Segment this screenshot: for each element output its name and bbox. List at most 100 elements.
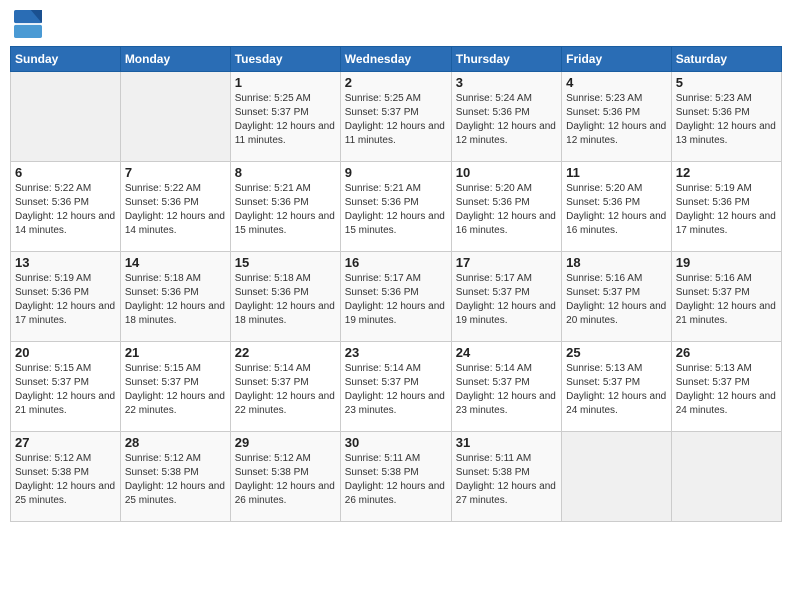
weekday-header: Tuesday (230, 47, 340, 72)
day-info: Sunrise: 5:16 AM Sunset: 5:37 PM Dayligh… (566, 272, 667, 328)
calendar-week-row: 20 Sunrise: 5:15 AM Sunset: 5:37 PM Dayli… (11, 342, 782, 432)
day-info: Sunrise: 5:23 AM Sunset: 5:36 PM Dayligh… (676, 92, 777, 148)
calendar-cell: 5 Sunrise: 5:23 AM Sunset: 5:36 PM Daylig… (671, 72, 781, 162)
day-number: 22 (235, 345, 336, 360)
day-info: Sunrise: 5:25 AM Sunset: 5:37 PM Dayligh… (235, 92, 336, 148)
day-number: 14 (125, 255, 226, 270)
calendar-week-row: 1 Sunrise: 5:25 AM Sunset: 5:37 PM Daylig… (11, 72, 782, 162)
calendar-cell: 9 Sunrise: 5:21 AM Sunset: 5:36 PM Daylig… (340, 162, 451, 252)
day-number: 8 (235, 165, 336, 180)
calendar-cell (120, 72, 230, 162)
calendar-cell: 2 Sunrise: 5:25 AM Sunset: 5:37 PM Daylig… (340, 72, 451, 162)
calendar-cell: 25 Sunrise: 5:13 AM Sunset: 5:37 PM Dayli… (562, 342, 672, 432)
day-number: 30 (345, 435, 447, 450)
weekday-header: Friday (562, 47, 672, 72)
calendar-cell (671, 432, 781, 522)
calendar-cell: 17 Sunrise: 5:17 AM Sunset: 5:37 PM Dayli… (451, 252, 561, 342)
weekday-header: Wednesday (340, 47, 451, 72)
day-info: Sunrise: 5:14 AM Sunset: 5:37 PM Dayligh… (456, 362, 557, 418)
calendar-cell: 24 Sunrise: 5:14 AM Sunset: 5:37 PM Dayli… (451, 342, 561, 432)
day-number: 1 (235, 75, 336, 90)
day-number: 23 (345, 345, 447, 360)
calendar-cell: 29Sunrise: 5:12 AM Sunset: 5:38 PM Dayli… (230, 432, 340, 522)
day-number: 2 (345, 75, 447, 90)
calendar-cell: 7 Sunrise: 5:22 AM Sunset: 5:36 PM Daylig… (120, 162, 230, 252)
day-number: 26 (676, 345, 777, 360)
calendar-cell: 13 Sunrise: 5:19 AM Sunset: 5:36 PM Dayli… (11, 252, 121, 342)
calendar-cell: 28 Sunrise: 5:12 AM Sunset: 5:38 PM Dayli… (120, 432, 230, 522)
day-number: 7 (125, 165, 226, 180)
day-number: 20 (15, 345, 116, 360)
day-number: 29 (235, 435, 336, 450)
day-number: 4 (566, 75, 667, 90)
day-number: 15 (235, 255, 336, 270)
day-info: Sunrise: 5:22 AM Sunset: 5:36 PM Dayligh… (125, 182, 226, 238)
calendar-week-row: 13 Sunrise: 5:19 AM Sunset: 5:36 PM Dayli… (11, 252, 782, 342)
calendar-body: 1 Sunrise: 5:25 AM Sunset: 5:37 PM Daylig… (11, 72, 782, 522)
day-number: 27 (15, 435, 116, 450)
day-number: 16 (345, 255, 447, 270)
day-info: Sunrise: 5:12 AM Sunset: 5:38 PM Dayligh… (15, 452, 116, 508)
day-info: Sunrise: 5:17 AM Sunset: 5:37 PM Dayligh… (456, 272, 557, 328)
page-header (10, 10, 782, 38)
calendar-week-row: 6 Sunrise: 5:22 AM Sunset: 5:36 PM Daylig… (11, 162, 782, 252)
day-number: 28 (125, 435, 226, 450)
calendar-cell: 3Sunrise: 5:24 AM Sunset: 5:36 PM Daylig… (451, 72, 561, 162)
day-number: 11 (566, 165, 667, 180)
calendar-cell: 15 Sunrise: 5:18 AM Sunset: 5:36 PM Dayli… (230, 252, 340, 342)
weekday-header: Thursday (451, 47, 561, 72)
day-number: 17 (456, 255, 557, 270)
day-info: Sunrise: 5:15 AM Sunset: 5:37 PM Dayligh… (15, 362, 116, 418)
calendar-cell: 6 Sunrise: 5:22 AM Sunset: 5:36 PM Daylig… (11, 162, 121, 252)
day-info: Sunrise: 5:11 AM Sunset: 5:38 PM Dayligh… (345, 452, 447, 508)
day-number: 10 (456, 165, 557, 180)
day-number: 18 (566, 255, 667, 270)
day-info: Sunrise: 5:25 AM Sunset: 5:37 PM Dayligh… (345, 92, 447, 148)
day-info: Sunrise: 5:20 AM Sunset: 5:36 PM Dayligh… (566, 182, 667, 238)
day-info: Sunrise: 5:17 AM Sunset: 5:36 PM Dayligh… (345, 272, 447, 328)
day-number: 9 (345, 165, 447, 180)
day-info: Sunrise: 5:13 AM Sunset: 5:37 PM Dayligh… (676, 362, 777, 418)
day-info: Sunrise: 5:12 AM Sunset: 5:38 PM Dayligh… (125, 452, 226, 508)
weekday-header: Monday (120, 47, 230, 72)
calendar-cell: 23 Sunrise: 5:14 AM Sunset: 5:37 PM Dayli… (340, 342, 451, 432)
day-number: 12 (676, 165, 777, 180)
day-number: 13 (15, 255, 116, 270)
calendar-cell: 16 Sunrise: 5:17 AM Sunset: 5:36 PM Dayli… (340, 252, 451, 342)
weekday-header: Sunday (11, 47, 121, 72)
calendar-cell: 20 Sunrise: 5:15 AM Sunset: 5:37 PM Dayli… (11, 342, 121, 432)
calendar-header: SundayMondayTuesdayWednesdayThursdayFrid… (11, 47, 782, 72)
day-number: 21 (125, 345, 226, 360)
day-info: Sunrise: 5:21 AM Sunset: 5:36 PM Dayligh… (235, 182, 336, 238)
day-info: Sunrise: 5:20 AM Sunset: 5:36 PM Dayligh… (456, 182, 557, 238)
calendar-cell: 18 Sunrise: 5:16 AM Sunset: 5:37 PM Dayli… (562, 252, 672, 342)
day-info: Sunrise: 5:13 AM Sunset: 5:37 PM Dayligh… (566, 362, 667, 418)
day-number: 6 (15, 165, 116, 180)
logo (14, 10, 46, 38)
day-info: Sunrise: 5:22 AM Sunset: 5:36 PM Dayligh… (15, 182, 116, 238)
calendar-cell: 14Sunrise: 5:18 AM Sunset: 5:36 PM Dayli… (120, 252, 230, 342)
day-info: Sunrise: 5:15 AM Sunset: 5:37 PM Dayligh… (125, 362, 226, 418)
calendar-cell: 21 Sunrise: 5:15 AM Sunset: 5:37 PM Dayli… (120, 342, 230, 432)
calendar-cell: 8 Sunrise: 5:21 AM Sunset: 5:36 PM Daylig… (230, 162, 340, 252)
calendar-cell: 30 Sunrise: 5:11 AM Sunset: 5:38 PM Dayli… (340, 432, 451, 522)
day-info: Sunrise: 5:21 AM Sunset: 5:36 PM Dayligh… (345, 182, 447, 238)
day-number: 19 (676, 255, 777, 270)
day-info: Sunrise: 5:14 AM Sunset: 5:37 PM Dayligh… (235, 362, 336, 418)
day-number: 24 (456, 345, 557, 360)
calendar-cell: 1 Sunrise: 5:25 AM Sunset: 5:37 PM Daylig… (230, 72, 340, 162)
calendar-cell: 4 Sunrise: 5:23 AM Sunset: 5:36 PM Daylig… (562, 72, 672, 162)
day-info: Sunrise: 5:23 AM Sunset: 5:36 PM Dayligh… (566, 92, 667, 148)
calendar-cell (11, 72, 121, 162)
day-info: Sunrise: 5:19 AM Sunset: 5:36 PM Dayligh… (676, 182, 777, 238)
day-info: Sunrise: 5:14 AM Sunset: 5:37 PM Dayligh… (345, 362, 447, 418)
day-info: Sunrise: 5:11 AM Sunset: 5:38 PM Dayligh… (456, 452, 557, 508)
calendar-cell: 22 Sunrise: 5:14 AM Sunset: 5:37 PM Dayli… (230, 342, 340, 432)
day-number: 5 (676, 75, 777, 90)
day-number: 25 (566, 345, 667, 360)
day-info: Sunrise: 5:18 AM Sunset: 5:36 PM Dayligh… (235, 272, 336, 328)
day-info: Sunrise: 5:19 AM Sunset: 5:36 PM Dayligh… (15, 272, 116, 328)
calendar: SundayMondayTuesdayWednesdayThursdayFrid… (10, 46, 782, 522)
calendar-cell: 26 Sunrise: 5:13 AM Sunset: 5:37 PM Dayli… (671, 342, 781, 432)
weekday-header: Saturday (671, 47, 781, 72)
